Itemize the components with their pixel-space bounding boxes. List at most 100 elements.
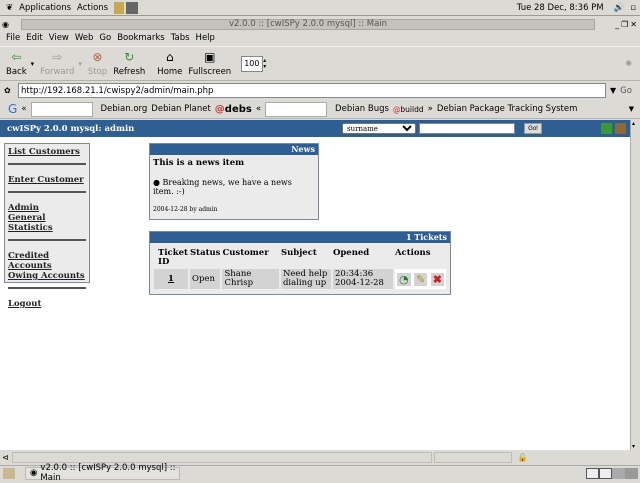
- taskbar-window-button[interactable]: ◉ v2.0.0 :: [cwISPy 2.0.0 mysql] :: Main: [25, 463, 180, 483]
- forward-arrow-icon: ⇨: [52, 50, 63, 64]
- minimize-button[interactable]: _: [615, 20, 619, 29]
- security-lock-icon: 🔓: [517, 453, 528, 462]
- menu-bar: File Edit View Web Go Bookmarks Tabs Hel…: [0, 31, 640, 45]
- text-editor-launcher-icon[interactable]: [114, 1, 125, 14]
- divider: [8, 239, 86, 241]
- panel-applet-icon[interactable]: ▫: [630, 3, 636, 13]
- search-go-button[interactable]: Go!: [524, 123, 542, 134]
- workspace-2[interactable]: [599, 467, 612, 479]
- workspace-4[interactable]: [625, 467, 638, 479]
- home-icon: ⌂: [166, 50, 174, 64]
- close-button[interactable]: ✕: [630, 20, 637, 29]
- news-heading: News: [150, 144, 318, 155]
- ticket-status: Open: [190, 269, 221, 289]
- window-menu-icon[interactable]: ◉: [2, 20, 9, 29]
- menu-help[interactable]: Help: [196, 33, 215, 43]
- browser-icon: ◉: [30, 468, 38, 478]
- zoom-spinner-arrows[interactable]: ▴ ▾: [263, 57, 266, 70]
- window-titlebar[interactable]: ◉ v2.0.0 :: [cwISPy 2.0.0 mysql] :: Main…: [0, 17, 640, 31]
- news-box: News This is a news item ● Breaking news…: [149, 143, 319, 220]
- actions-menu[interactable]: Actions: [77, 3, 108, 13]
- delete-ticket-icon[interactable]: ✖: [430, 272, 444, 286]
- divider: [8, 163, 86, 165]
- fullscreen-icon: ▣: [204, 50, 216, 64]
- menu-web[interactable]: Web: [75, 33, 94, 43]
- menu-bookmarks[interactable]: Bookmarks: [117, 33, 165, 43]
- search-input[interactable]: [419, 123, 515, 134]
- sidebar-credited-accounts[interactable]: Credited Accounts: [8, 251, 86, 271]
- clock[interactable]: Tue 28 Dec, 8:36 PM: [517, 3, 604, 13]
- sidebar-logout[interactable]: Logout: [8, 299, 86, 309]
- sidebar-admin[interactable]: Admin: [8, 203, 86, 213]
- sidebar-owing-accounts[interactable]: Owing Accounts: [8, 271, 86, 281]
- edit-ticket-icon[interactable]: ✎: [414, 272, 428, 286]
- vertical-scrollbar[interactable]: ▴ ▾: [630, 120, 640, 450]
- google-icon[interactable]: G: [8, 102, 17, 116]
- gnome-foot-icon[interactable]: ❦: [6, 3, 13, 13]
- back-arrow-icon: ⇦: [11, 50, 22, 64]
- bookmark-package-tracking[interactable]: Debian Package Tracking System: [437, 104, 578, 114]
- top-panel: ❦ Applications Actions Tue 28 Dec, 8:36 …: [0, 0, 640, 16]
- sidebar-general-statistics[interactable]: General Statistics: [8, 213, 86, 233]
- col-customer: Customer: [222, 248, 269, 258]
- bookmark-debian-org[interactable]: Debian.org: [101, 104, 148, 114]
- table-header-row: Ticket ID Status Customer Subject Opened…: [154, 249, 446, 267]
- fullscreen-button[interactable]: ▣ Fullscreen: [188, 50, 231, 77]
- zoom-spinner[interactable]: 100: [241, 55, 264, 72]
- stop-button[interactable]: ⊗ Stop: [88, 50, 107, 77]
- location-bar: ✿ http://192.168.21.1/cwispy2/admin/main…: [0, 82, 640, 99]
- stop-icon: ⊗: [92, 50, 103, 64]
- ticket-id-link[interactable]: 1: [154, 269, 188, 289]
- maximize-button[interactable]: ❐: [621, 20, 628, 29]
- view-ticket-icon[interactable]: ◔: [396, 272, 411, 286]
- google-search-input[interactable]: [30, 101, 93, 117]
- forward-button[interactable]: ⇨ Forward: [40, 50, 74, 77]
- status-text: [11, 452, 432, 463]
- search-field-select[interactable]: surname: [342, 123, 416, 134]
- scroll-up-arrow[interactable]: ▴: [632, 120, 635, 127]
- col-status: Status: [190, 248, 221, 258]
- debs-search-input[interactable]: [265, 101, 328, 117]
- sidebar-enter-customer[interactable]: Enter Customer: [8, 175, 86, 185]
- url-input[interactable]: http://192.168.21.1/cwispy2/admin/main.p…: [18, 83, 606, 98]
- bookmarks-overflow-arrow[interactable]: ▼: [629, 105, 634, 113]
- bookmarks-toolbar: G « Debian.org Debian Planet @debs « Deb…: [0, 100, 640, 119]
- workspace-1[interactable]: [586, 467, 599, 479]
- back-button[interactable]: ⇦ Back: [6, 50, 27, 77]
- menu-go[interactable]: Go: [99, 33, 111, 43]
- scroll-down-arrow[interactable]: ▾: [632, 443, 635, 450]
- workspace-switcher[interactable]: [586, 467, 638, 479]
- menu-view[interactable]: View: [49, 33, 69, 43]
- app-header: cwISPy 2.0.0 mysql: admin surname Go!: [0, 120, 630, 137]
- volume-icon[interactable]: 🔊: [614, 3, 625, 13]
- go-button[interactable]: Go: [620, 86, 632, 96]
- home-button[interactable]: ⌂ Home: [157, 50, 182, 77]
- bookmark-debs[interactable]: @debs: [215, 104, 252, 115]
- sidebar-list-customers[interactable]: List Customers: [8, 147, 86, 157]
- forward-history-dropdown[interactable]: ▾: [78, 60, 82, 68]
- col-subject: Subject: [280, 248, 317, 258]
- bullet-icon: ●: [153, 178, 160, 187]
- workspace-3[interactable]: [612, 467, 625, 479]
- tickets-icon[interactable]: [601, 123, 612, 134]
- url-history-dropdown[interactable]: ▼: [610, 86, 616, 95]
- window-title: v2.0.0 :: [cwISPy 2.0.0 mysql] :: Main: [20, 18, 596, 30]
- refresh-button[interactable]: ↻ Refresh: [113, 50, 145, 77]
- bookmark-chevron[interactable]: «: [256, 104, 261, 114]
- menu-edit[interactable]: Edit: [26, 33, 42, 43]
- home-icon[interactable]: [615, 123, 626, 134]
- back-history-dropdown[interactable]: ▾: [31, 60, 35, 68]
- bookmark-debian-planet[interactable]: Debian Planet: [151, 104, 210, 114]
- bookmark-debian-bugs[interactable]: Debian Bugs: [335, 104, 389, 114]
- menu-file[interactable]: File: [6, 33, 20, 43]
- app-title: cwISPy 2.0.0 mysql: admin: [7, 123, 135, 134]
- menu-tabs[interactable]: Tabs: [171, 33, 190, 43]
- show-desktop-button[interactable]: [3, 467, 15, 479]
- terminal-launcher-icon[interactable]: [126, 1, 139, 14]
- ticket-subject: Need help dialing up: [280, 269, 331, 289]
- bookmark-chevron[interactable]: «: [21, 104, 26, 114]
- tickets-box: 1 Tickets Ticket ID Status Customer Subj…: [149, 231, 451, 295]
- tickets-heading: 1 Tickets: [150, 232, 450, 243]
- bookmark-buildd[interactable]: @buildd: [393, 105, 424, 114]
- applications-menu[interactable]: Applications: [19, 3, 71, 13]
